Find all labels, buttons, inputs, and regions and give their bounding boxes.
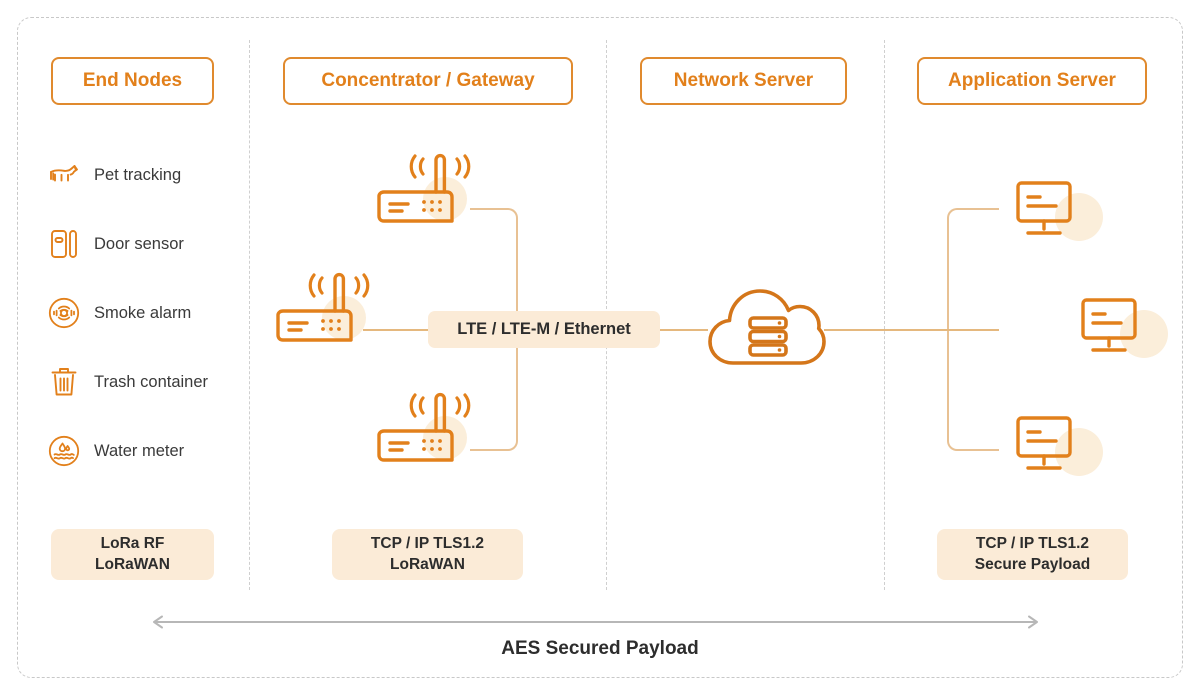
smoke-alarm-icon (44, 293, 84, 333)
end-node-label: Water meter (94, 441, 185, 460)
column-header-label: Concentrator / Gateway (321, 70, 535, 91)
aes-arrow-label: AES Secured Payload (501, 638, 699, 659)
column-header-label: Network Server (673, 70, 814, 91)
monitor-device-top[interactable] (1014, 179, 1080, 241)
end-node-item-door-sensor[interactable]: Door sensor (44, 224, 184, 264)
monitor-device-bottom[interactable] (1014, 414, 1080, 476)
door-sensor-icon (44, 224, 84, 264)
protocol-chip-line2: LoRaWAN (95, 555, 170, 573)
monitor-device-middle[interactable] (1079, 296, 1145, 358)
end-node-label: Door sensor (94, 234, 184, 253)
gateway-device-middle[interactable] (273, 269, 381, 347)
column-divider-1 (249, 40, 250, 590)
cloud-server-icon[interactable] (705, 283, 827, 375)
column-header-label: End Nodes (82, 70, 183, 91)
end-node-item-pet-tracking[interactable]: Pet tracking (44, 155, 181, 195)
lte-to-cloud-line (660, 329, 708, 331)
aes-double-arrow (148, 614, 1043, 630)
water-meter-icon (44, 431, 84, 471)
protocol-chip-gateway: TCP / IP TLS1.2 LoRaWAN (332, 529, 523, 580)
link-label-text: LTE / LTE-M / Ethernet (457, 320, 631, 338)
protocol-chip-line1: TCP / IP TLS1.2 (975, 534, 1090, 552)
protocol-chip-appserver: TCP / IP TLS1.2 Secure Payload (937, 529, 1128, 580)
column-divider-3 (884, 40, 885, 590)
protocol-chip-lora: LoRa RF LoRaWAN (51, 529, 214, 580)
trash-container-icon (44, 362, 84, 402)
gateway-device-top[interactable] (374, 150, 482, 228)
protocol-chip-line2: LoRaWAN (390, 555, 465, 573)
column-header-end-nodes[interactable]: End Nodes (51, 57, 214, 105)
column-header-application-server[interactable]: Application Server (917, 57, 1147, 105)
diagram-canvas: End Nodes Concentrator / Gateway Network… (0, 0, 1200, 695)
protocol-chip-line1: TCP / IP TLS1.2 (370, 534, 485, 552)
column-header-label: Application Server (948, 70, 1116, 91)
link-label-lte: LTE / LTE-M / Ethernet (428, 311, 660, 348)
protocol-chip-line2: Secure Payload (974, 555, 1091, 573)
end-node-label: Smoke alarm (94, 303, 192, 322)
column-header-network-server[interactable]: Network Server (640, 57, 847, 105)
end-node-item-trash-container[interactable]: Trash container (44, 362, 208, 402)
end-node-label: Pet tracking (94, 165, 182, 184)
dog-icon (44, 155, 84, 195)
end-node-label: Trash container (94, 372, 209, 391)
protocol-chip-line1: LoRa RF (100, 534, 165, 552)
end-node-item-smoke-alarm[interactable]: Smoke alarm (44, 293, 191, 333)
column-header-concentrator[interactable]: Concentrator / Gateway (283, 57, 573, 105)
gateway-device-bottom[interactable] (374, 389, 482, 467)
cloud-to-appserver-line (824, 329, 999, 331)
end-node-item-water-meter[interactable]: Water meter (44, 431, 184, 471)
